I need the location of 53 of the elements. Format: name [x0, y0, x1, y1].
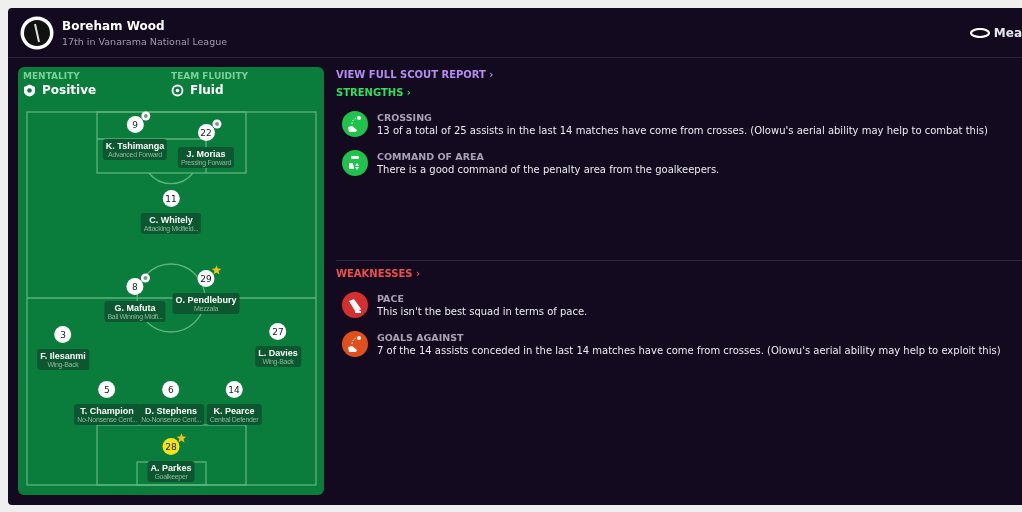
shield-icon — [23, 83, 36, 97]
shirt-number[interactable]: 28 — [162, 438, 180, 455]
target-icon — [171, 83, 184, 97]
cross-icon — [342, 331, 368, 357]
attribute-description: 13 of a total of 25 assists in the last 14 matches have come from crosses. (Olowu's aerial ability may help to combat this) — [377, 125, 988, 136]
shirt-number[interactable]: 3 — [54, 326, 72, 343]
mentality-label: MENTALITY — [23, 71, 80, 81]
shirt-number[interactable]: 14 — [225, 381, 243, 398]
club-name: Boreham Wood — [62, 18, 166, 33]
player-name: O. Pendlebury — [175, 295, 237, 305]
star-icon — [211, 265, 222, 275]
shirt-number[interactable]: 11 — [162, 190, 180, 207]
ball-icon — [140, 273, 151, 283]
player-name: D. Stephens — [145, 406, 197, 416]
shirt-number[interactable]: 8 — [126, 278, 144, 295]
attribute-description: This isn't the best squad in terms of pace. — [377, 306, 588, 317]
player-name: F. Ilesanmi — [40, 351, 86, 361]
boot-icon — [342, 292, 368, 318]
star-icon — [176, 433, 187, 443]
goalkeeper-icon — [342, 150, 368, 176]
mentality-value: Positive — [42, 83, 97, 97]
shirt-number[interactable]: 22 — [197, 124, 215, 141]
attribute-description: 7 of the 14 assists conceded in the last 14 matches have come from crosses. (Olowu's aerial ability may help to exploit this) — [377, 345, 1001, 356]
club-crest-icon — [20, 15, 54, 50]
attribute-title: CROSSING — [377, 112, 433, 123]
ball-icon — [211, 119, 222, 129]
player-name: C. Whitely — [149, 215, 193, 225]
shirt-number[interactable]: 6 — [162, 381, 180, 398]
player-name: J. Morias — [186, 149, 226, 159]
attribute-title: COMMAND OF AREA — [377, 151, 485, 162]
shirt-number[interactable]: 27 — [269, 323, 287, 340]
player-name: T. Champion — [80, 406, 134, 416]
player-name: K. Pearce — [213, 406, 255, 416]
club-league-position: 17th in Vanarama National League — [62, 35, 229, 47]
ball-icon — [140, 111, 151, 121]
section-heading[interactable]: WEAKNESSES › — [336, 268, 421, 279]
team-fluidity-label: TEAM FLUIDITY — [171, 71, 249, 81]
section-heading[interactable]: STRENGTHS › — [336, 87, 411, 98]
cross-icon — [342, 111, 368, 137]
attribute-description: There is a good command of the penalty area from the goalkeepers. — [377, 164, 720, 175]
shirt-number[interactable]: 5 — [98, 381, 116, 398]
attribute-title: GOALS AGAINST — [377, 332, 465, 343]
player-name: K. Tshimanga — [105, 141, 165, 151]
scout-report-link[interactable]: VIEW FULL SCOUT REPORT › — [336, 69, 494, 80]
shirt-number[interactable]: 29 — [197, 270, 215, 287]
team-fluidity-value: Fluid — [190, 83, 224, 97]
shirt-number[interactable]: 9 — [126, 116, 144, 133]
player-name: G. Mafuta — [114, 303, 156, 313]
player-name: A. Parkes — [150, 463, 192, 473]
menu-label[interactable]: Mea — [993, 25, 1022, 40]
player-name: L. Davies — [258, 348, 298, 358]
attribute-title: PACE — [377, 293, 405, 304]
ring-icon — [969, 27, 990, 38]
